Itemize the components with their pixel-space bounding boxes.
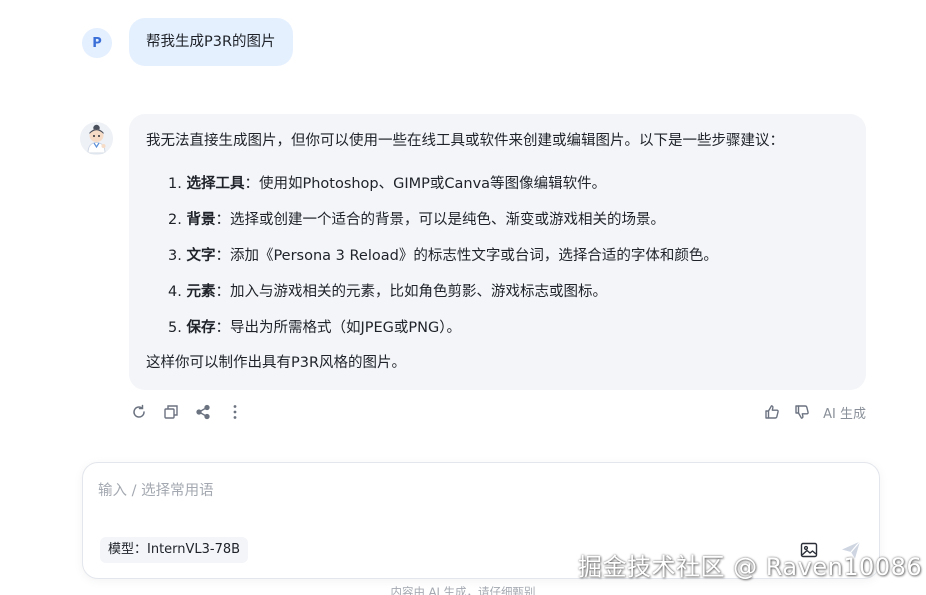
assistant-intro-text: 我无法直接生成图片，但你可以使用一些在线工具或软件来创建或编辑图片。以下是一些步… bbox=[146, 133, 784, 149]
step-title: 选择工具 bbox=[186, 176, 245, 192]
list-item: 5. 保存：导出为所需格式（如JPEG或PNG）。 bbox=[168, 310, 848, 346]
more-icon[interactable] bbox=[226, 402, 244, 422]
step-title: 文字 bbox=[186, 248, 216, 264]
list-item: 2. 背景：选择或创建一个适合的背景，可以是纯色、渐变或游戏相关的场景。 bbox=[168, 202, 848, 238]
step-text: ：添加《Persona 3 Reload》的标志性文字或台词，选择合适的字体和颜… bbox=[215, 248, 718, 264]
thumbs-down-icon[interactable] bbox=[793, 402, 811, 422]
watermark: 掘金技术社区 @ Raven10086 bbox=[578, 553, 923, 581]
step-number: 1. bbox=[168, 176, 182, 192]
step-text: ：选择或创建一个适合的背景，可以是纯色、渐变或游戏相关的场景。 bbox=[215, 212, 665, 228]
ai-disclaimer: 内容由 AI 生成，请仔细甄别 bbox=[390, 585, 536, 595]
refresh-icon[interactable] bbox=[130, 402, 148, 422]
step-text: ：加入与游戏相关的元素，比如角色剪影、游戏标志或图标。 bbox=[215, 284, 607, 300]
chat-page: P 帮我生成P3R的图片 我无法直接生成图片，但你可以使用一些在线工具或软件来创… bbox=[0, 0, 926, 595]
step-number: 5. bbox=[168, 320, 182, 336]
copy-icon[interactable] bbox=[162, 402, 180, 422]
step-text: ：使用如Photoshop、GIMP或Canva等图像编辑软件。 bbox=[244, 176, 607, 192]
step-title: 元素 bbox=[186, 284, 216, 300]
step-text: ：导出为所需格式（如JPEG或PNG）。 bbox=[215, 320, 461, 336]
step-number: 2. bbox=[168, 212, 182, 228]
step-title: 背景 bbox=[186, 212, 216, 228]
thumbs-up-icon[interactable] bbox=[763, 402, 781, 422]
list-item: 3. 文字：添加《Persona 3 Reload》的标志性文字或台词，选择合适… bbox=[168, 238, 848, 274]
user-avatar[interactable]: P bbox=[82, 28, 112, 58]
steps-list: 1. 选择工具：使用如Photoshop、GIMP或Canva等图像编辑软件。 … bbox=[146, 166, 848, 346]
model-selector[interactable]: 模型：InternVL3-78B bbox=[100, 537, 249, 563]
robot-cartoon-avatar-icon bbox=[80, 122, 113, 155]
assistant-message-bubble: 我无法直接生成图片，但你可以使用一些在线工具或软件来创建或编辑图片。以下是一些步… bbox=[129, 114, 866, 390]
message-input[interactable] bbox=[98, 479, 858, 503]
message-actions bbox=[130, 402, 258, 422]
assistant-outro-text: 这样你可以制作出具有P3R风格的图片。 bbox=[146, 355, 407, 371]
share-icon[interactable] bbox=[194, 402, 212, 422]
user-message-row: P 帮我生成P3R的图片 bbox=[82, 18, 293, 66]
feedback-actions: AI 生成 bbox=[763, 402, 866, 422]
step-title: 保存 bbox=[186, 320, 216, 336]
ai-generated-label: AI 生成 bbox=[823, 406, 866, 422]
user-message-bubble: 帮我生成P3R的图片 bbox=[129, 18, 293, 66]
step-number: 3. bbox=[168, 248, 182, 264]
list-item: 1. 选择工具：使用如Photoshop、GIMP或Canva等图像编辑软件。 bbox=[168, 166, 848, 202]
list-item: 4. 元素：加入与游戏相关的元素，比如角色剪影、游戏标志或图标。 bbox=[168, 274, 848, 310]
step-number: 4. bbox=[168, 284, 182, 300]
